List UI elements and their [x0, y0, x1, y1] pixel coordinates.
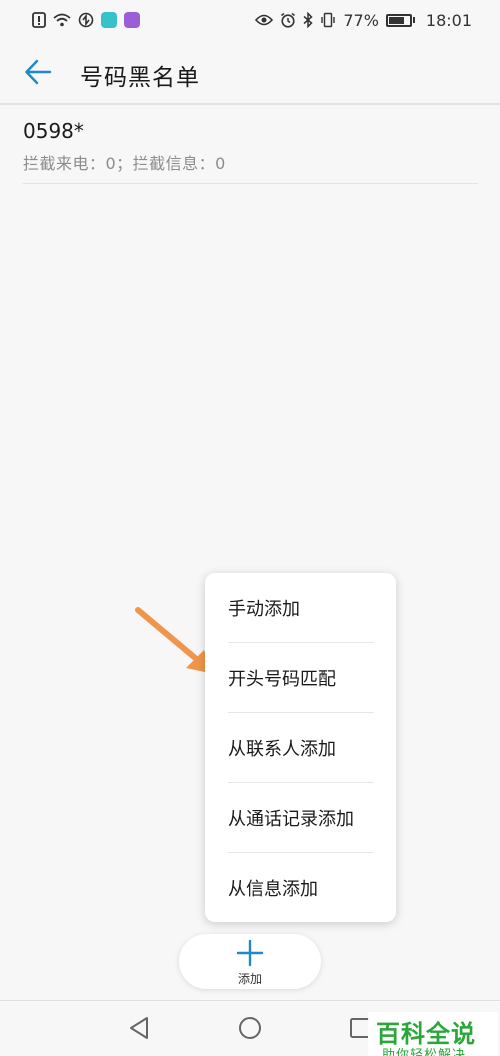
list-divider	[23, 183, 478, 184]
menu-item-from-call-log[interactable]: 从通话记录添加	[228, 783, 374, 853]
add-button[interactable]: 添加	[179, 934, 321, 989]
home-circle-icon[interactable]	[235, 1013, 265, 1043]
menu-item-from-messages[interactable]: 从信息添加	[228, 853, 374, 923]
back-button[interactable]	[20, 54, 56, 90]
wifi-icon	[53, 13, 71, 27]
vibrate-icon	[320, 12, 336, 28]
battery-icon	[385, 13, 415, 27]
eye-icon	[255, 14, 274, 26]
blocked-stats: 拦截来电：0；拦截信息：0	[23, 154, 226, 173]
back-triangle-icon[interactable]	[125, 1013, 155, 1043]
watermark: 百科全说 助你轻松解决	[368, 1012, 498, 1056]
plus-icon	[236, 939, 264, 967]
add-options-menu: 手动添加 开头号码匹配 从联系人添加 从通话记录添加 从信息添加	[205, 573, 396, 922]
status-left-icons	[32, 12, 140, 28]
menu-item-from-contacts[interactable]: 从联系人添加	[228, 713, 374, 783]
watermark-subtitle: 助你轻松解决	[382, 1048, 467, 1056]
menu-item-manual-add[interactable]: 手动添加	[228, 573, 374, 643]
header-divider	[0, 103, 500, 105]
arrow-left-icon	[25, 59, 52, 85]
blocked-number: 0598*	[23, 119, 84, 143]
page-title: 号码黑名单	[80, 65, 200, 91]
status-right-icons: 77% 18:01	[255, 11, 472, 30]
add-button-label: 添加	[237, 972, 262, 986]
sync-icon	[78, 12, 94, 28]
status-bar: 77% 18:01	[0, 0, 500, 40]
status-time: 18:01	[425, 10, 472, 30]
alarm-icon	[280, 12, 296, 28]
app-header: 号码黑名单	[0, 40, 500, 104]
bluetooth-icon	[303, 12, 313, 28]
blacklist-item[interactable]: 0598* 拦截来电：0；拦截信息：0	[23, 118, 478, 184]
app-icon-teal	[101, 12, 117, 28]
battery-percent: 77%	[343, 10, 379, 30]
menu-item-prefix-match[interactable]: 开头号码匹配	[228, 643, 374, 713]
app-icon-purple	[124, 12, 140, 28]
warning-icon	[32, 12, 46, 28]
